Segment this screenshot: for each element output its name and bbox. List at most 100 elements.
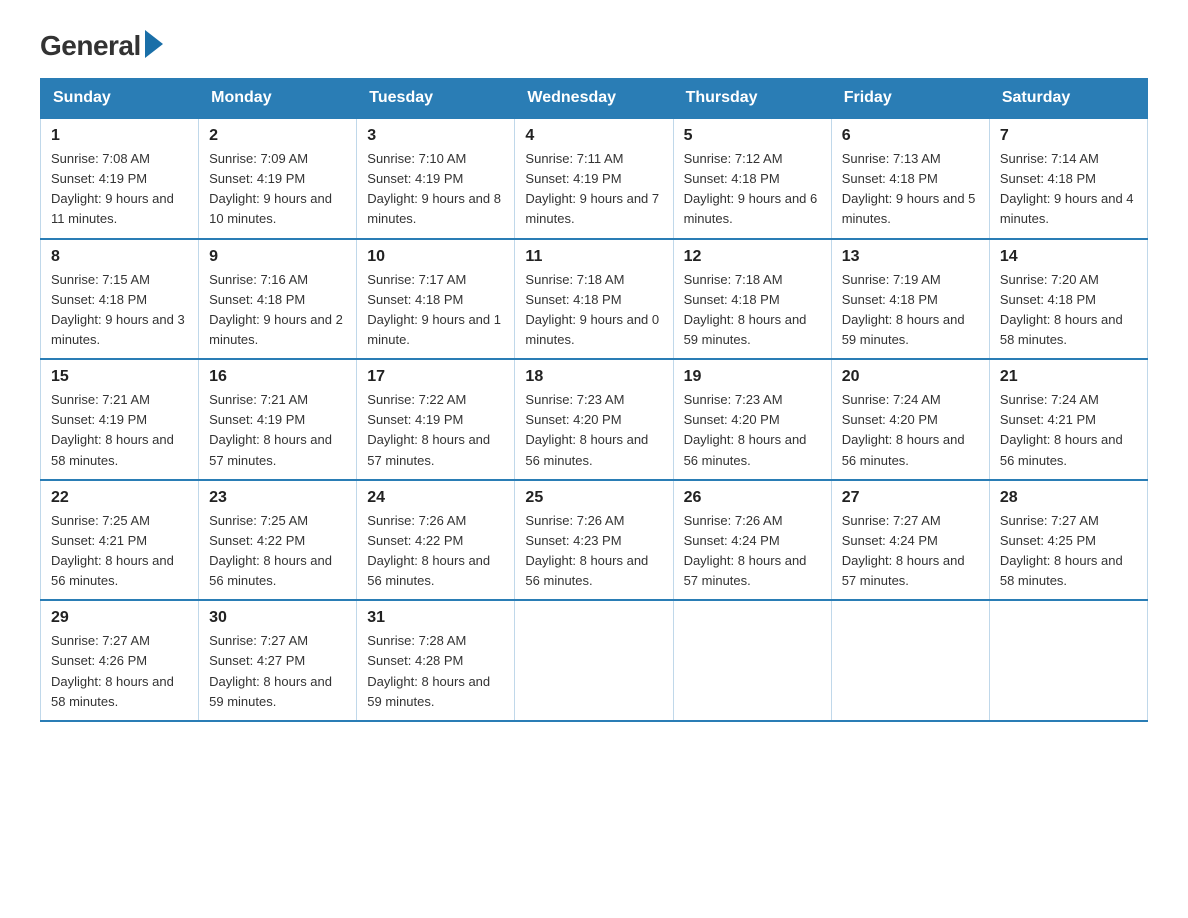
day-info: Sunrise: 7:21 AMSunset: 4:19 PMDaylight:… bbox=[209, 390, 346, 471]
calendar-cell: 24 Sunrise: 7:26 AMSunset: 4:22 PMDayligh… bbox=[357, 480, 515, 601]
day-number: 19 bbox=[684, 368, 821, 386]
day-info: Sunrise: 7:22 AMSunset: 4:19 PMDaylight:… bbox=[367, 390, 504, 471]
calendar-cell bbox=[515, 600, 673, 721]
calendar-cell bbox=[831, 600, 989, 721]
day-number: 30 bbox=[209, 609, 346, 627]
day-info: Sunrise: 7:26 AMSunset: 4:24 PMDaylight:… bbox=[684, 511, 821, 592]
day-info: Sunrise: 7:23 AMSunset: 4:20 PMDaylight:… bbox=[684, 390, 821, 471]
calendar-cell: 6 Sunrise: 7:13 AMSunset: 4:18 PMDaylight… bbox=[831, 118, 989, 239]
calendar-cell: 22 Sunrise: 7:25 AMSunset: 4:21 PMDayligh… bbox=[41, 480, 199, 601]
day-info: Sunrise: 7:09 AMSunset: 4:19 PMDaylight:… bbox=[209, 149, 346, 230]
calendar-cell: 13Sunrise: 7:19 AMSunset: 4:18 PMDayligh… bbox=[831, 239, 989, 360]
day-info: Sunrise: 7:25 AMSunset: 4:22 PMDaylight:… bbox=[209, 511, 346, 592]
logo-arrow-icon bbox=[145, 30, 163, 58]
day-info: Sunrise: 7:18 AMSunset: 4:18 PMDaylight:… bbox=[684, 270, 821, 351]
day-info: Sunrise: 7:20 AMSunset: 4:18 PMDaylight:… bbox=[1000, 270, 1137, 351]
calendar-cell: 30Sunrise: 7:27 AMSunset: 4:27 PMDayligh… bbox=[199, 600, 357, 721]
day-number: 11 bbox=[525, 248, 662, 266]
day-number: 12 bbox=[684, 248, 821, 266]
day-number: 2 bbox=[209, 127, 346, 145]
calendar-cell: 19 Sunrise: 7:23 AMSunset: 4:20 PMDayligh… bbox=[673, 359, 831, 480]
calendar-week-5: 29Sunrise: 7:27 AMSunset: 4:26 PMDayligh… bbox=[41, 600, 1148, 721]
calendar-cell: 7 Sunrise: 7:14 AMSunset: 4:18 PMDaylight… bbox=[989, 118, 1147, 239]
day-info: Sunrise: 7:17 AMSunset: 4:18 PMDaylight:… bbox=[367, 270, 504, 351]
day-info: Sunrise: 7:26 AMSunset: 4:22 PMDaylight:… bbox=[367, 511, 504, 592]
calendar-cell: 18Sunrise: 7:23 AMSunset: 4:20 PMDayligh… bbox=[515, 359, 673, 480]
calendar-cell: 11 Sunrise: 7:18 AMSunset: 4:18 PMDayligh… bbox=[515, 239, 673, 360]
day-info: Sunrise: 7:28 AMSunset: 4:28 PMDaylight:… bbox=[367, 631, 504, 712]
day-info: Sunrise: 7:19 AMSunset: 4:18 PMDaylight:… bbox=[842, 270, 979, 351]
calendar-cell: 9 Sunrise: 7:16 AMSunset: 4:18 PMDaylight… bbox=[199, 239, 357, 360]
calendar-cell: 28 Sunrise: 7:27 AMSunset: 4:25 PMDayligh… bbox=[989, 480, 1147, 601]
calendar-cell: 4 Sunrise: 7:11 AMSunset: 4:19 PMDaylight… bbox=[515, 118, 673, 239]
day-number: 14 bbox=[1000, 248, 1137, 266]
day-info: Sunrise: 7:24 AMSunset: 4:21 PMDaylight:… bbox=[1000, 390, 1137, 471]
day-info: Sunrise: 7:23 AMSunset: 4:20 PMDaylight:… bbox=[525, 390, 662, 471]
day-number: 21 bbox=[1000, 368, 1137, 386]
weekday-header-friday: Friday bbox=[831, 79, 989, 119]
day-info: Sunrise: 7:24 AMSunset: 4:20 PMDaylight:… bbox=[842, 390, 979, 471]
calendar-cell: 8 Sunrise: 7:15 AMSunset: 4:18 PMDaylight… bbox=[41, 239, 199, 360]
day-info: Sunrise: 7:27 AMSunset: 4:26 PMDaylight:… bbox=[51, 631, 188, 712]
day-number: 16 bbox=[209, 368, 346, 386]
weekday-header-tuesday: Tuesday bbox=[357, 79, 515, 119]
calendar-cell: 12 Sunrise: 7:18 AMSunset: 4:18 PMDayligh… bbox=[673, 239, 831, 360]
day-number: 4 bbox=[525, 127, 662, 145]
calendar-cell: 27Sunrise: 7:27 AMSunset: 4:24 PMDayligh… bbox=[831, 480, 989, 601]
weekday-header-wednesday: Wednesday bbox=[515, 79, 673, 119]
day-info: Sunrise: 7:27 AMSunset: 4:25 PMDaylight:… bbox=[1000, 511, 1137, 592]
calendar-cell: 5Sunrise: 7:12 AMSunset: 4:18 PMDaylight… bbox=[673, 118, 831, 239]
calendar-cell bbox=[989, 600, 1147, 721]
calendar-cell: 3Sunrise: 7:10 AMSunset: 4:19 PMDaylight… bbox=[357, 118, 515, 239]
day-info: Sunrise: 7:27 AMSunset: 4:24 PMDaylight:… bbox=[842, 511, 979, 592]
day-number: 7 bbox=[1000, 127, 1137, 145]
calendar-cell: 29Sunrise: 7:27 AMSunset: 4:26 PMDayligh… bbox=[41, 600, 199, 721]
day-info: Sunrise: 7:25 AMSunset: 4:21 PMDaylight:… bbox=[51, 511, 188, 592]
weekday-header-sunday: Sunday bbox=[41, 79, 199, 119]
logo: General bbox=[40, 30, 163, 58]
day-number: 17 bbox=[367, 368, 504, 386]
day-number: 31 bbox=[367, 609, 504, 627]
calendar-cell: 20 Sunrise: 7:24 AMSunset: 4:20 PMDayligh… bbox=[831, 359, 989, 480]
day-info: Sunrise: 7:18 AMSunset: 4:18 PMDaylight:… bbox=[525, 270, 662, 351]
day-number: 8 bbox=[51, 248, 188, 266]
calendar-cell: 16 Sunrise: 7:21 AMSunset: 4:19 PMDayligh… bbox=[199, 359, 357, 480]
day-number: 26 bbox=[684, 489, 821, 507]
day-number: 23 bbox=[209, 489, 346, 507]
calendar-week-3: 15 Sunrise: 7:21 AMSunset: 4:19 PMDayligh… bbox=[41, 359, 1148, 480]
day-info: Sunrise: 7:08 AMSunset: 4:19 PMDaylight:… bbox=[51, 149, 188, 230]
calendar-header-row: SundayMondayTuesdayWednesdayThursdayFrid… bbox=[41, 79, 1148, 119]
calendar-cell: 25 Sunrise: 7:26 AMSunset: 4:23 PMDayligh… bbox=[515, 480, 673, 601]
day-info: Sunrise: 7:13 AMSunset: 4:18 PMDaylight:… bbox=[842, 149, 979, 230]
day-number: 22 bbox=[51, 489, 188, 507]
day-info: Sunrise: 7:26 AMSunset: 4:23 PMDaylight:… bbox=[525, 511, 662, 592]
weekday-header-monday: Monday bbox=[199, 79, 357, 119]
day-number: 9 bbox=[209, 248, 346, 266]
day-info: Sunrise: 7:15 AMSunset: 4:18 PMDaylight:… bbox=[51, 270, 188, 351]
weekday-header-saturday: Saturday bbox=[989, 79, 1147, 119]
day-number: 6 bbox=[842, 127, 979, 145]
day-info: Sunrise: 7:14 AMSunset: 4:18 PMDaylight:… bbox=[1000, 149, 1137, 230]
day-number: 20 bbox=[842, 368, 979, 386]
calendar-cell: 14 Sunrise: 7:20 AMSunset: 4:18 PMDayligh… bbox=[989, 239, 1147, 360]
calendar-cell: 1Sunrise: 7:08 AMSunset: 4:19 PMDaylight… bbox=[41, 118, 199, 239]
day-info: Sunrise: 7:11 AMSunset: 4:19 PMDaylight:… bbox=[525, 149, 662, 230]
calendar-cell: 23 Sunrise: 7:25 AMSunset: 4:22 PMDayligh… bbox=[199, 480, 357, 601]
calendar-cell: 15Sunrise: 7:21 AMSunset: 4:19 PMDayligh… bbox=[41, 359, 199, 480]
day-info: Sunrise: 7:16 AMSunset: 4:18 PMDaylight:… bbox=[209, 270, 346, 351]
day-number: 10 bbox=[367, 248, 504, 266]
page-header: General bbox=[40, 30, 1148, 58]
day-number: 25 bbox=[525, 489, 662, 507]
weekday-header-thursday: Thursday bbox=[673, 79, 831, 119]
day-number: 28 bbox=[1000, 489, 1137, 507]
calendar-cell: 10 Sunrise: 7:17 AMSunset: 4:18 PMDayligh… bbox=[357, 239, 515, 360]
calendar-cell: 2 Sunrise: 7:09 AMSunset: 4:19 PMDaylight… bbox=[199, 118, 357, 239]
day-number: 24 bbox=[367, 489, 504, 507]
calendar-table: SundayMondayTuesdayWednesdayThursdayFrid… bbox=[40, 78, 1148, 722]
day-number: 5 bbox=[684, 127, 821, 145]
calendar-cell: 21 Sunrise: 7:24 AMSunset: 4:21 PMDayligh… bbox=[989, 359, 1147, 480]
calendar-week-2: 8 Sunrise: 7:15 AMSunset: 4:18 PMDaylight… bbox=[41, 239, 1148, 360]
calendar-week-4: 22 Sunrise: 7:25 AMSunset: 4:21 PMDayligh… bbox=[41, 480, 1148, 601]
calendar-cell bbox=[673, 600, 831, 721]
day-number: 15 bbox=[51, 368, 188, 386]
